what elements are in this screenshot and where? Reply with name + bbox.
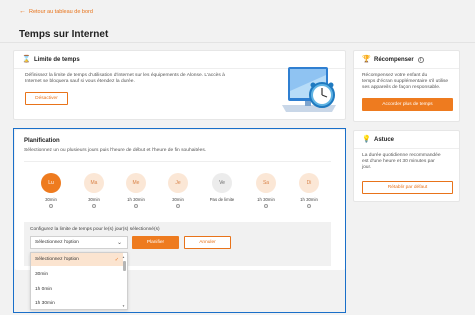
info-icon[interactable]: i [417, 56, 424, 63]
limit-desc-line-2: Internet se bloquera sauf si vous étende… [25, 79, 135, 85]
disable-button[interactable]: Désactiver [25, 92, 68, 105]
limit-card-description: Définissez la limite de temps d'utilisat… [25, 73, 265, 85]
reward-card: 🏆 Récompenser i Récompensez votre enfant… [353, 50, 460, 122]
grant-more-time-button[interactable]: Accorder plus de temps [362, 98, 453, 111]
limit-card-title: Limite de temps [34, 56, 80, 63]
lightbulb-icon: 💡 [362, 135, 371, 143]
divider [0, 42, 475, 43]
limit-card: ⌛ Limite de temps Définissez la limite d… [13, 50, 346, 120]
reward-card-header: 🏆 Récompenser i [354, 51, 459, 69]
tip-card: 💡 Astuce La durée quotidienne recommandé… [353, 130, 460, 202]
back-link-label: Retour au tableau de bord [29, 8, 93, 15]
reset-default-button[interactable]: Rétablir par défaut [362, 181, 453, 194]
selection-highlight [13, 128, 346, 313]
tip-desc-line-3: jour. [362, 165, 372, 171]
monitor-clock-illustration [282, 67, 336, 112]
back-link[interactable]: ← Retour au tableau de bord [19, 8, 93, 15]
page-title: Temps sur Internet [19, 29, 109, 40]
tip-card-title: Astuce [374, 136, 395, 143]
reward-card-description: Récompensez votre enfant du temps d'écra… [362, 73, 457, 92]
tip-card-header: 💡 Astuce [354, 131, 459, 149]
tip-card-description: La durée quotidienne recommandée est d'u… [362, 153, 457, 172]
reward-card-title: Récompenser [374, 56, 414, 63]
trophy-icon: 🏆 [362, 55, 371, 63]
reward-desc-line-3: ses appareils de façon responsable. [362, 85, 441, 91]
hourglass-icon: ⌛ [22, 55, 31, 63]
arrow-left-icon: ← [19, 8, 26, 15]
